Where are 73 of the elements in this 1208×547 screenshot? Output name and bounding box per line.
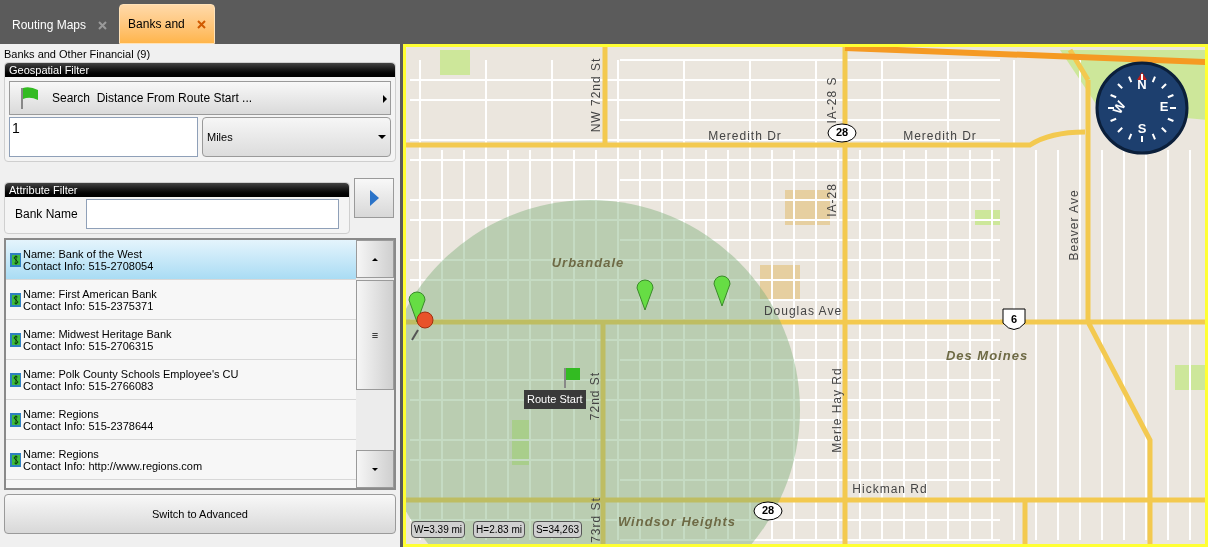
bank-icon (10, 371, 21, 388)
compass-icon[interactable]: N E S W (1095, 61, 1189, 155)
street-label: Meredith Dr (708, 129, 782, 144)
compass-letter: N (1137, 77, 1147, 93)
street-label: Hickman Rd (852, 482, 928, 497)
play-button[interactable] (354, 178, 394, 218)
route-shield: 28 (827, 123, 857, 143)
contact-info: Contact Info: http://www.regions.com (23, 459, 203, 472)
route-shield: 28 (753, 501, 783, 521)
compass-letter: W (1109, 98, 1129, 117)
contact-info: Contact Info: 515-2378644 (23, 419, 154, 432)
contact-info: Contact Info: 515-2766083 (23, 379, 155, 392)
bank-icon (10, 331, 21, 348)
unit-dropdown[interactable]: Miles (202, 117, 391, 157)
bank-name: Name: Midwest Heritage Bank (23, 327, 172, 340)
bank-icon (10, 291, 21, 308)
caret-icon (372, 467, 378, 471)
map-pin[interactable] (636, 279, 654, 311)
caret-icon (372, 257, 378, 261)
bank-name: Name: Bank of the West (23, 247, 144, 260)
flag-icon[interactable] (564, 368, 580, 388)
switch-to-advanced-button[interactable]: Switch to Advanced (4, 494, 396, 534)
flag-icon (18, 86, 40, 110)
section-header: Geospatial Filter (5, 63, 395, 77)
bank-icon (10, 451, 21, 468)
scale-readout: H=2.83 mi (473, 521, 525, 538)
tab[interactable]: Routing Maps (4, 6, 116, 44)
close-icon[interactable] (196, 19, 206, 29)
place-label: Des Moines (945, 348, 1029, 364)
street-label: 72nd St (588, 371, 603, 421)
map-pin[interactable] (408, 291, 426, 323)
map-pin[interactable] (411, 311, 434, 341)
bank-name: Name: Regions (23, 407, 100, 420)
tab[interactable]: Banks and (119, 4, 215, 44)
street-label: IA-28 (825, 183, 840, 217)
place-label: Windsor Heights (617, 514, 737, 530)
caret-icon (378, 135, 386, 139)
bank-name: Name: First American Bank (23, 287, 157, 300)
bank-name: Name: Regions (23, 447, 100, 460)
street-label: IA-28 S (825, 76, 840, 124)
scroll-up-button[interactable] (356, 240, 394, 278)
distance-field[interactable]: 1 (9, 117, 198, 157)
bank-icon (10, 251, 21, 268)
route-shield: 6 (1002, 308, 1026, 330)
compass-letter: S (1137, 121, 1147, 137)
street-label: NW 72nd St (589, 57, 604, 133)
compass-letter: E (1159, 99, 1169, 115)
bank-icon (10, 411, 21, 428)
contact-info: Contact Info: 515-2706315 (23, 339, 155, 352)
field-label: Bank Name (15, 206, 78, 223)
contact-info: Contact Info: 515-2375371 (23, 299, 155, 312)
scroll-down-button[interactable] (356, 450, 394, 488)
search-distance-button[interactable]: Search Distance From Route Start ... (9, 81, 391, 115)
arrow-icon (383, 95, 387, 103)
play-icon (369, 190, 379, 206)
scale-readout: S=34,263 (532, 521, 583, 538)
street-label: Merle Hay Rd (830, 367, 845, 453)
street-label: Beaver Ave (1067, 189, 1082, 261)
scale-readout: W=3.39 mi (411, 521, 466, 538)
bank-name-field[interactable] (85, 199, 339, 229)
street-label: Douglas Ave (763, 304, 843, 319)
result-item[interactable]: Name: Bank of the West Contact Info: 515-2708054 (6, 240, 356, 280)
bank-name: Name: Polk County Schools Employee's CU (23, 367, 239, 380)
scroll-thumb[interactable]: ≡ (356, 280, 394, 390)
route-start-label: Route Start (524, 390, 586, 409)
place-label: Urbandale (551, 255, 625, 271)
close-icon[interactable] (98, 20, 108, 30)
panel-title: Banks and Other Financial (9) (3, 47, 152, 62)
map-pin[interactable] (713, 275, 731, 307)
street-label: Meredith Dr (903, 129, 977, 144)
section-header: Attribute Filter (5, 183, 349, 197)
contact-info: Contact Info: 515-2708054 (23, 259, 154, 272)
street-label: 73rd St (589, 497, 604, 543)
